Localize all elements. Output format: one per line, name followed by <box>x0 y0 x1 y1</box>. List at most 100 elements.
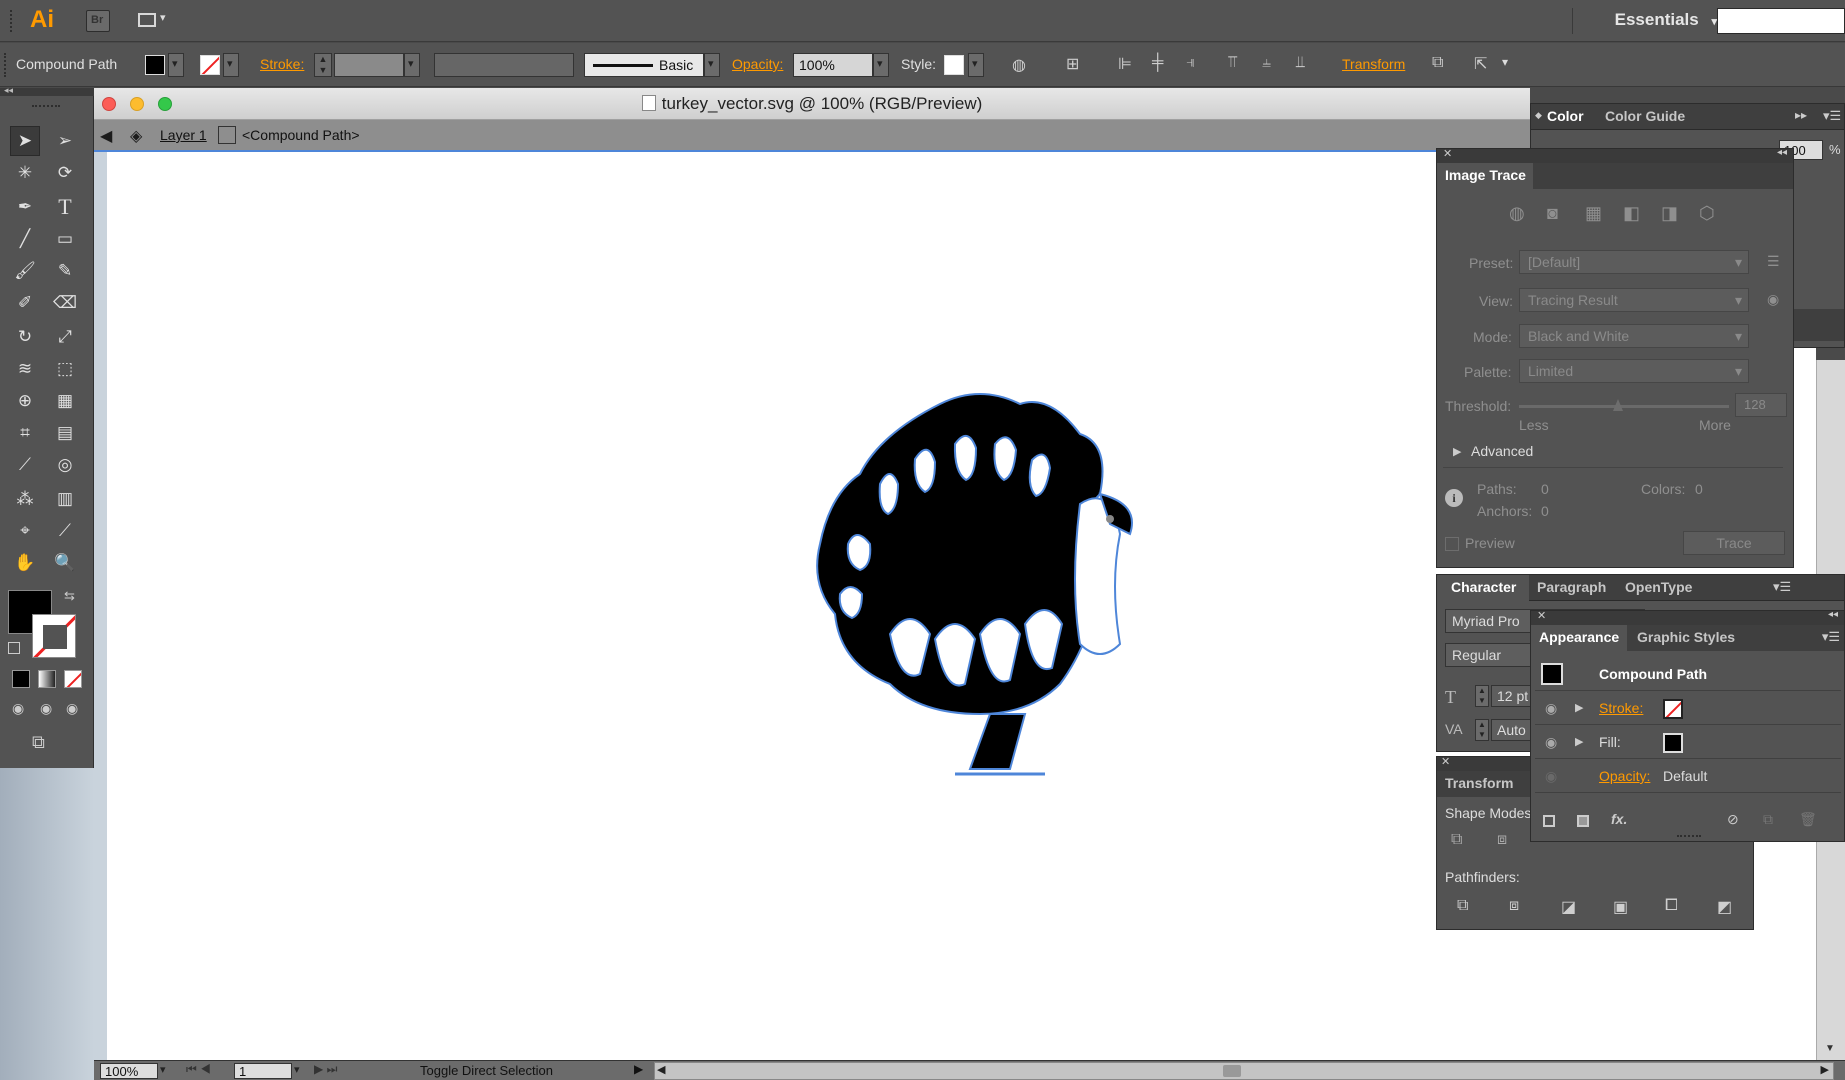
tab-image-trace[interactable]: Image Trace <box>1445 167 1526 183</box>
scroll-left-icon[interactable]: ◀ <box>657 1063 665 1076</box>
palette-select[interactable]: Limited ▾ <box>1519 359 1749 383</box>
preset-select[interactable]: [Default] ▾ <box>1519 250 1749 274</box>
paintbrush-tool-icon[interactable]: 🖌 <box>10 256 40 286</box>
visibility-eye-icon[interactable]: ◉ <box>1545 768 1557 785</box>
blob-brush-tool-icon[interactable]: ✐ <box>10 288 40 318</box>
resize-grip[interactable] <box>1677 835 1701 839</box>
stroke-dropdown[interactable] <box>223 53 239 77</box>
gradient-mode-icon[interactable] <box>38 670 56 688</box>
collapse-icon[interactable]: ◆ <box>1535 110 1542 121</box>
align-top-icon[interactable]: ⫪ <box>1228 54 1237 72</box>
minus-front-icon[interactable]: ⧈ <box>1497 831 1507 849</box>
artboard-input[interactable]: 1 <box>234 1063 292 1079</box>
status-menu-icon[interactable]: ▶ <box>634 1062 643 1076</box>
stroke-weight-stepper[interactable]: ▲ ▼ <box>314 53 332 77</box>
first-artboard-icon[interactable]: ⏮ ◀ <box>186 1062 211 1077</box>
add-new-stroke-icon[interactable] <box>1543 815 1555 827</box>
tab-opentype[interactable]: OpenType <box>1625 579 1692 595</box>
minus-back-icon[interactable]: ◩ <box>1717 897 1732 917</box>
appearance-stroke-link[interactable]: Stroke: <box>1599 700 1643 716</box>
style-dropdown[interactable] <box>968 53 984 77</box>
chevron-down-icon[interactable]: ▾ <box>294 1063 300 1076</box>
stroke-swatch[interactable] <box>1663 699 1683 719</box>
chevron-down-icon[interactable]: ▾ <box>1502 55 1508 69</box>
grip-handle[interactable] <box>4 53 6 77</box>
rotate-tool-icon[interactable]: ↻ <box>10 322 40 352</box>
pen-tool-icon[interactable]: ✒ <box>10 192 40 222</box>
visibility-eye-icon[interactable]: ◉ <box>1545 700 1557 717</box>
zoom-input[interactable]: 100% <box>100 1063 158 1079</box>
unite-icon[interactable]: ⧉ <box>1451 831 1462 849</box>
stroke-weight-input[interactable] <box>334 53 404 77</box>
last-artboard-icon[interactable]: ▶ ⏭ <box>314 1062 337 1077</box>
zoom-tool-icon[interactable]: 🔍 <box>50 548 80 578</box>
none-mode-icon[interactable] <box>64 670 82 688</box>
opacity-dropdown[interactable] <box>873 53 889 77</box>
panel-menu-icon[interactable]: ▾☰ <box>1822 629 1840 645</box>
column-graph-tool-icon[interactable]: ▥ <box>50 484 80 514</box>
tab-paragraph[interactable]: Paragraph <box>1537 579 1606 595</box>
clear-appearance-icon[interactable]: ⊘ <box>1727 811 1739 828</box>
tab-appearance[interactable]: Appearance <box>1539 629 1619 645</box>
stroke-swatch[interactable] <box>200 55 220 75</box>
draw-behind-icon[interactable]: ◉ <box>40 700 52 717</box>
mesh-tool-icon[interactable]: ⌗ <box>10 418 40 448</box>
appearance-object-row[interactable]: Compound Path <box>1535 659 1841 691</box>
outline-icon[interactable]: ⧠ <box>1665 897 1678 915</box>
align-to-icon[interactable]: ⊞ <box>1066 54 1079 74</box>
breadcrumb-layer[interactable]: Layer 1 <box>160 127 207 143</box>
fill-dropdown[interactable] <box>168 53 184 77</box>
scroll-thumb[interactable] <box>1223 1065 1241 1077</box>
appearance-stroke-row[interactable]: ◉ ▶ Stroke: <box>1535 693 1841 725</box>
threshold-slider[interactable] <box>1519 405 1729 408</box>
lasso-tool-icon[interactable]: ⟳ <box>50 158 80 188</box>
scroll-right-icon[interactable]: ▶ <box>1821 1063 1829 1076</box>
align-left-icon[interactable]: ⊫ <box>1118 54 1132 74</box>
align-horizontal-center-icon[interactable]: ╪ <box>1152 54 1163 72</box>
appearance-opacity-row[interactable]: ◉ Opacity: Default <box>1535 761 1841 793</box>
collapse-icon[interactable]: ◂◂ <box>1777 147 1787 158</box>
expand-icon[interactable]: ▸▸ <box>1795 108 1807 122</box>
workspace-switcher[interactable]: Essentials ▾ <box>1615 10 1717 30</box>
stroke-color-box[interactable] <box>32 614 76 658</box>
arrange-documents-button[interactable]: ▾ <box>138 11 168 31</box>
trace-button[interactable]: Trace <box>1683 531 1785 555</box>
tab-character[interactable]: Character <box>1451 579 1516 595</box>
advanced-disclosure-icon[interactable]: ▶ <box>1453 445 1461 458</box>
symbol-sprayer-tool-icon[interactable]: ⁂ <box>10 484 40 514</box>
isolate-selected-icon[interactable]: ⧉ <box>1432 54 1443 72</box>
close-icon[interactable]: ✕ <box>1441 755 1450 768</box>
perspective-grid-tool-icon[interactable]: ▦ <box>50 386 80 416</box>
free-transform-tool-icon[interactable]: ⬚ <box>50 354 80 384</box>
grip-handle[interactable] <box>10 10 12 32</box>
trim-icon[interactable]: ⧈ <box>1509 897 1519 915</box>
gradient-tool-icon[interactable]: ▤ <box>50 418 80 448</box>
default-colors-icon[interactable] <box>8 642 20 654</box>
stroke-weight-dropdown[interactable] <box>404 53 420 77</box>
blend-tool-icon[interactable]: ◎ <box>50 450 80 480</box>
direct-selection-tool-icon[interactable]: ➢ <box>50 126 80 156</box>
scale-tool-icon[interactable]: ⤢ <box>50 322 80 352</box>
threshold-input[interactable]: 128 <box>1735 393 1787 417</box>
preview-checkbox[interactable] <box>1445 537 1459 551</box>
recolor-artwork-icon[interactable]: ◍ <box>1012 55 1026 75</box>
close-icon[interactable]: ✕ <box>1537 609 1546 622</box>
variable-width-profile[interactable] <box>434 53 574 77</box>
shape-builder-tool-icon[interactable]: ⊕ <box>10 386 40 416</box>
width-tool-icon[interactable]: ≋ <box>10 354 40 384</box>
add-effect-icon[interactable]: fx. <box>1611 811 1627 827</box>
draw-inside-icon[interactable]: ◉ <box>66 700 78 717</box>
chevron-down-icon[interactable]: ▾ <box>160 1063 166 1076</box>
search-help-input[interactable] <box>1717 8 1845 34</box>
tab-graphic-styles[interactable]: Graphic Styles <box>1637 629 1735 645</box>
more-options-icon[interactable]: ⇱ <box>1474 54 1487 74</box>
opacity-link[interactable]: Opacity: <box>732 56 783 72</box>
appearance-opacity-link[interactable]: Opacity: <box>1599 768 1650 784</box>
tab-color[interactable]: Color <box>1547 108 1584 124</box>
type-tool-icon[interactable]: T <box>50 192 80 222</box>
close-icon[interactable]: ✕ <box>1443 147 1452 160</box>
scroll-down-icon[interactable]: ▼ <box>1825 1043 1835 1054</box>
screen-mode-icon[interactable]: ⧉ <box>32 732 45 753</box>
eraser-tool-icon[interactable]: ⌫ <box>50 288 80 318</box>
fill-swatch[interactable] <box>145 55 165 75</box>
